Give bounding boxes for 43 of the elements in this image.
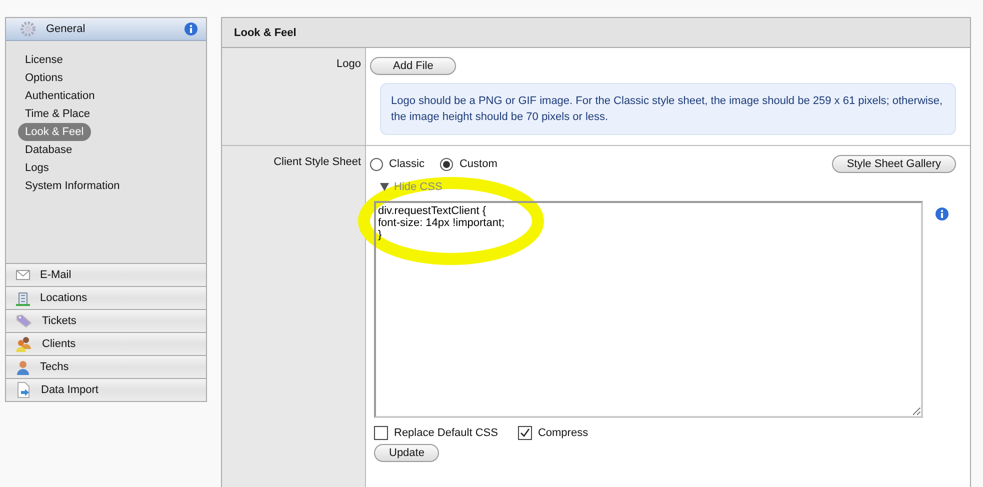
add-file-button[interactable]: Add File bbox=[370, 57, 456, 75]
import-icon bbox=[16, 382, 31, 398]
radio-option[interactable]: Classic bbox=[370, 158, 424, 170]
sidebar-section[interactable]: Techs bbox=[6, 355, 206, 378]
section-label: Tickets bbox=[42, 315, 76, 327]
building-icon bbox=[16, 290, 30, 306]
field-label: Client Style Sheet bbox=[222, 146, 366, 487]
check-icon bbox=[520, 428, 530, 438]
sidebar-section[interactable]: Tickets bbox=[6, 309, 206, 332]
section-label: Techs bbox=[40, 361, 69, 373]
envelope-icon bbox=[16, 270, 30, 280]
sidebar-item[interactable]: System Information bbox=[18, 177, 127, 195]
sidebar-item[interactable]: Look & Feel bbox=[18, 123, 91, 141]
radio-option[interactable]: Custom bbox=[440, 158, 498, 170]
field-label: Logo bbox=[222, 48, 366, 145]
sidebar-section[interactable]: Locations bbox=[6, 286, 206, 309]
checkbox-option[interactable]: Compress bbox=[518, 426, 588, 440]
caret-icon bbox=[380, 183, 389, 191]
person-icon bbox=[16, 360, 30, 374]
panel-title: Look & Feel bbox=[222, 18, 970, 48]
gear-icon bbox=[20, 21, 36, 37]
section-label: Locations bbox=[40, 292, 88, 304]
info-icon[interactable] bbox=[184, 22, 198, 36]
gallery-button[interactable]: Style Sheet Gallery bbox=[832, 155, 956, 173]
sidebar-item[interactable]: Database bbox=[18, 141, 80, 159]
sidebar-item[interactable]: License bbox=[18, 51, 70, 69]
sidebar-item[interactable]: Options bbox=[18, 69, 70, 87]
sidebar-section[interactable]: Data Import bbox=[6, 378, 206, 401]
people-icon bbox=[16, 336, 32, 352]
section-label: Clients bbox=[42, 338, 76, 350]
tag-icon bbox=[16, 314, 32, 328]
sidebar-item[interactable]: Authentication bbox=[18, 87, 102, 105]
update-button[interactable]: Update bbox=[374, 444, 440, 462]
section-label: E-Mail bbox=[40, 269, 72, 281]
sidebar-section[interactable]: E-Mail bbox=[6, 263, 206, 286]
sidebar-section[interactable]: Clients bbox=[6, 332, 206, 355]
section-label: Data Import bbox=[41, 384, 98, 396]
sidebar-title: General bbox=[46, 23, 86, 35]
info-icon[interactable] bbox=[935, 207, 949, 221]
sidebar-item[interactable]: Time & Place bbox=[18, 105, 98, 123]
info-note: Logo should be a PNG or GIF image. For the Classic style sheet, the image should be 259 x 61 pixels; otherwise, the image height should be 70 pixels or less. bbox=[380, 83, 956, 135]
sidebar-item[interactable]: Logs bbox=[18, 159, 56, 177]
checkbox-option[interactable]: Replace Default CSS bbox=[374, 426, 498, 440]
